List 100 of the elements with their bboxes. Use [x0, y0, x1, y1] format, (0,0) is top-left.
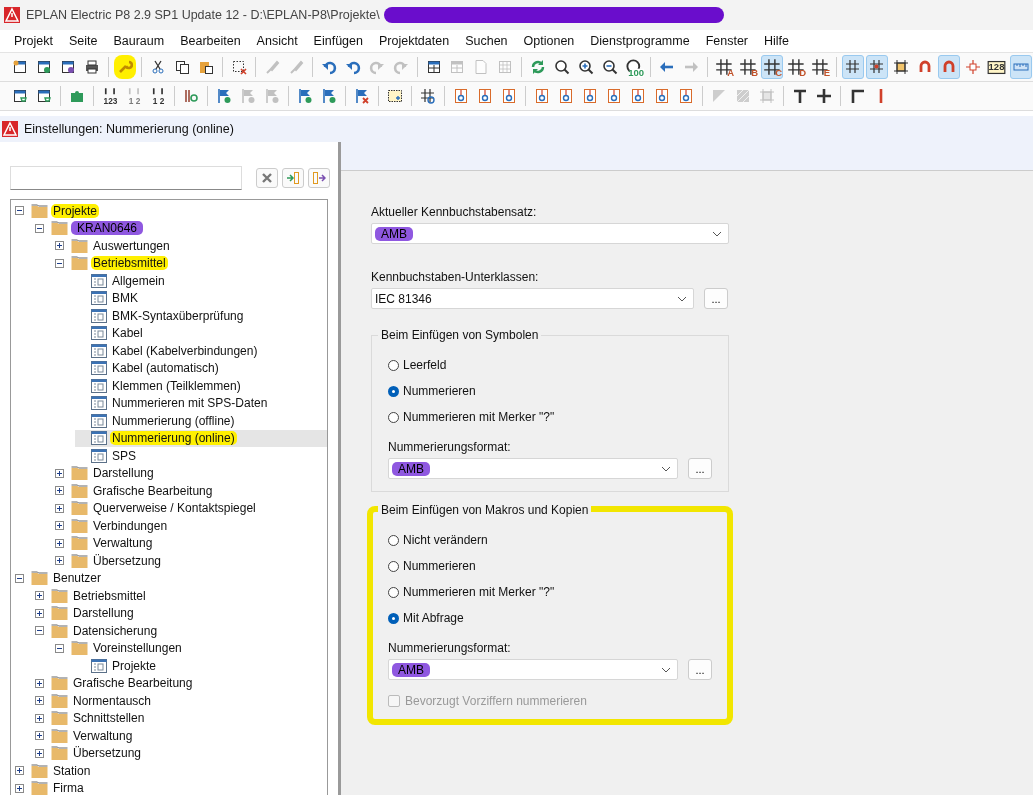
format-dropdown[interactable]: AMB	[388, 659, 678, 680]
tree-item[interactable]: Benutzer	[51, 571, 104, 586]
dialog-title: Einstellungen: Nummerierung (online)	[24, 122, 234, 136]
tree-item[interactable]: Übersetzung	[91, 553, 164, 568]
expand-icon[interactable]	[55, 241, 64, 251]
tree-item[interactable]: Verwaltung	[91, 536, 155, 551]
expand-icon[interactable]	[35, 678, 44, 688]
radio-button[interactable]	[388, 560, 399, 572]
folder-icon	[71, 256, 88, 271]
search-field[interactable]	[10, 166, 242, 190]
collapse-icon[interactable]	[35, 223, 44, 233]
radio-button[interactable]	[388, 612, 399, 624]
tree-item[interactable]: Kabel	[110, 326, 145, 341]
menu-item[interactable]: Projekt	[6, 34, 61, 48]
tree-item[interactable]: Übersetzung	[71, 746, 144, 761]
expand-icon[interactable]	[55, 556, 64, 566]
tree-item[interactable]: Darstellung	[71, 606, 136, 621]
collapse-icon[interactable]	[35, 626, 44, 636]
chevron-down-icon	[661, 666, 671, 673]
tree-item[interactable]: Nummerierung (offline)	[110, 413, 237, 428]
radio-button[interactable]	[388, 411, 399, 423]
format-dropdown[interactable]: AMB	[388, 458, 678, 479]
tree-item[interactable]: Darstellung	[91, 466, 156, 481]
folder-icon	[51, 623, 68, 638]
browse-button[interactable]: ...	[704, 288, 728, 309]
expand-icon[interactable]	[15, 783, 24, 793]
tree-item[interactable]: Projekte	[110, 658, 159, 673]
tree-item[interactable]: Normentausch	[71, 693, 154, 708]
magnet-icon[interactable]	[937, 55, 960, 79]
expand-icon[interactable]	[55, 486, 64, 496]
menu-item[interactable]: Hilfe	[756, 34, 798, 48]
tree-item[interactable]: Grafische Bearbeitung	[71, 676, 195, 691]
tree-item[interactable]: Voreinstellungen	[91, 641, 184, 656]
menu-item[interactable]: Seite	[60, 34, 106, 48]
expand-icon[interactable]	[55, 503, 64, 513]
browse-button[interactable]: ...	[688, 659, 712, 680]
wrench-icon[interactable]	[113, 55, 136, 79]
menu-item[interactable]: Dienstprogramme	[582, 34, 698, 48]
expand-icon[interactable]	[35, 731, 44, 741]
expand-icon[interactable]	[35, 591, 44, 601]
grid-icon[interactable]: C	[761, 55, 784, 79]
radio-button[interactable]	[388, 359, 399, 371]
tree-item[interactable]: Verwaltung	[71, 728, 135, 743]
menu-item[interactable]: Bauraum	[105, 34, 173, 48]
tree-item[interactable]: SPS	[110, 448, 138, 463]
tree-item[interactable]: BMK-Syntaxüberprüfung	[110, 308, 246, 323]
folder-icon	[71, 238, 88, 253]
expand-icon[interactable]	[35, 713, 44, 723]
radio-button[interactable]	[388, 534, 399, 546]
tree-item[interactable]: Nummerieren mit SPS-Daten	[110, 396, 270, 411]
folder-icon	[31, 571, 48, 586]
chevron-down-icon	[677, 295, 687, 302]
tree-item[interactable]: Kabel (automatisch)	[110, 361, 221, 376]
expand-icon[interactable]	[35, 608, 44, 618]
close-icon[interactable]	[256, 168, 278, 188]
expand-icon[interactable]	[55, 538, 64, 548]
tree-item[interactable]: Betriebsmittel	[71, 588, 148, 603]
tree-item[interactable]: Schnittstellen	[71, 711, 147, 726]
tree-item[interactable]: Firma	[51, 781, 86, 795]
tree-item[interactable]: Nummerierung (online)	[110, 431, 237, 446]
expand-icon[interactable]	[35, 696, 44, 706]
tree-item[interactable]: Datensicherung	[71, 623, 160, 638]
tree-item[interactable]: Klemmen (Teilklemmen)	[110, 378, 243, 393]
tree-item[interactable]: BMK	[110, 291, 140, 306]
menu-item[interactable]: Ansicht	[248, 34, 306, 48]
expand-icon[interactable]	[55, 521, 64, 531]
tree-item[interactable]: Betriebsmittel	[91, 256, 168, 271]
collapse-icon[interactable]	[55, 258, 64, 268]
tree-item[interactable]: Projekte	[51, 203, 100, 218]
snap-grid-icon[interactable]	[866, 55, 888, 79]
tree-item[interactable]: Auswertungen	[91, 238, 172, 253]
radio-button[interactable]	[388, 385, 399, 397]
tree-item[interactable]: Verbindungen	[91, 518, 170, 533]
tree-item[interactable]: KRAN0646	[71, 221, 144, 236]
collapse-icon[interactable]	[15, 573, 24, 583]
page-icon	[91, 308, 107, 323]
radio-label: Nummerieren	[403, 384, 476, 398]
tree-item[interactable]: Querverweise / Kontaktspiegel	[91, 501, 258, 516]
grid-icon[interactable]	[842, 55, 864, 79]
collapse-icon[interactable]	[15, 206, 24, 216]
expand-icon[interactable]	[15, 766, 24, 776]
collapse-icon[interactable]	[55, 643, 64, 653]
menu-item[interactable]: Einfügen	[305, 34, 371, 48]
tree-item[interactable]: Station	[51, 763, 93, 778]
menu-item[interactable]: Optionen	[515, 34, 583, 48]
letter-set-dropdown[interactable]: AMB	[371, 223, 729, 244]
menu-item[interactable]: Projektdaten	[370, 34, 458, 48]
menu-item[interactable]: Bearbeiten	[172, 34, 249, 48]
tree-item[interactable]: Allgemein	[110, 273, 167, 288]
export-icon[interactable]	[308, 168, 330, 188]
tree-item[interactable]: Kabel (Kabelverbindungen)	[110, 343, 260, 358]
expand-icon[interactable]	[35, 748, 44, 758]
radio-button[interactable]	[388, 586, 399, 598]
ruler-icon[interactable]	[1009, 55, 1032, 79]
menu-item[interactable]: Suchen	[457, 34, 516, 48]
menu-item[interactable]: Fenster	[697, 34, 757, 48]
expand-icon[interactable]	[55, 468, 64, 478]
subclasses-dropdown[interactable]: IEC 81346	[371, 288, 694, 309]
tree-item[interactable]: Grafische Bearbeitung	[91, 483, 215, 498]
browse-button[interactable]: ...	[688, 458, 712, 479]
